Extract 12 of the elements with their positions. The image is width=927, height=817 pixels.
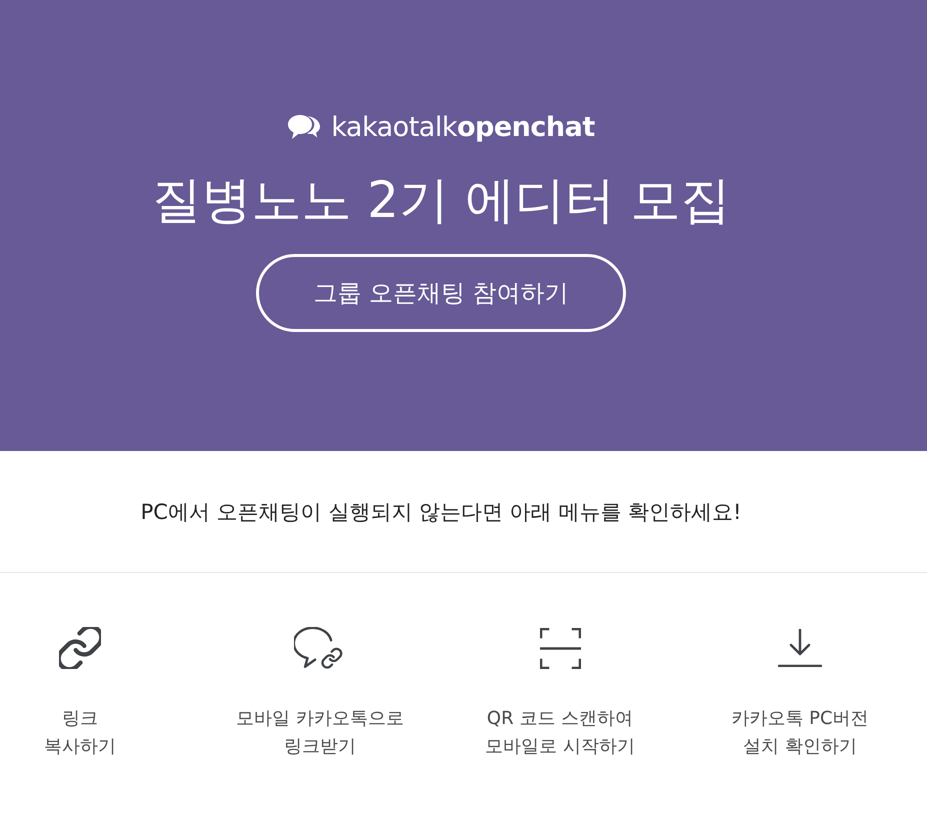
option-link[interactable]: 모바일 카카오톡으로 링크받기 — [200, 625, 440, 761]
page-title: 질병노노 2기 에디터 모집 — [151, 170, 731, 231]
notice-text: PC에서 오픈채팅이 실행되지 않는다면 아래 메뉴를 확인하세요! — [140, 498, 742, 526]
speech-bubbles-icon — [287, 114, 322, 142]
logo-wordmark: kakaotalkopenchat — [331, 111, 595, 145]
option-link[interactable]: 링크 복사하기 — [0, 625, 200, 761]
download-icon — [778, 629, 822, 667]
scan-frame-icon — [540, 628, 580, 668]
join-chat-button[interactable]: 그룹 오픈채팅 참여하기 — [256, 254, 626, 332]
option-link[interactable]: 카카오톡 PC버전 설치 확인하기 — [680, 625, 920, 761]
chain-link-icon — [59, 627, 101, 669]
option-link[interactable]: QR 코드 스캔하여 모바일로 시작하기 — [440, 625, 680, 761]
